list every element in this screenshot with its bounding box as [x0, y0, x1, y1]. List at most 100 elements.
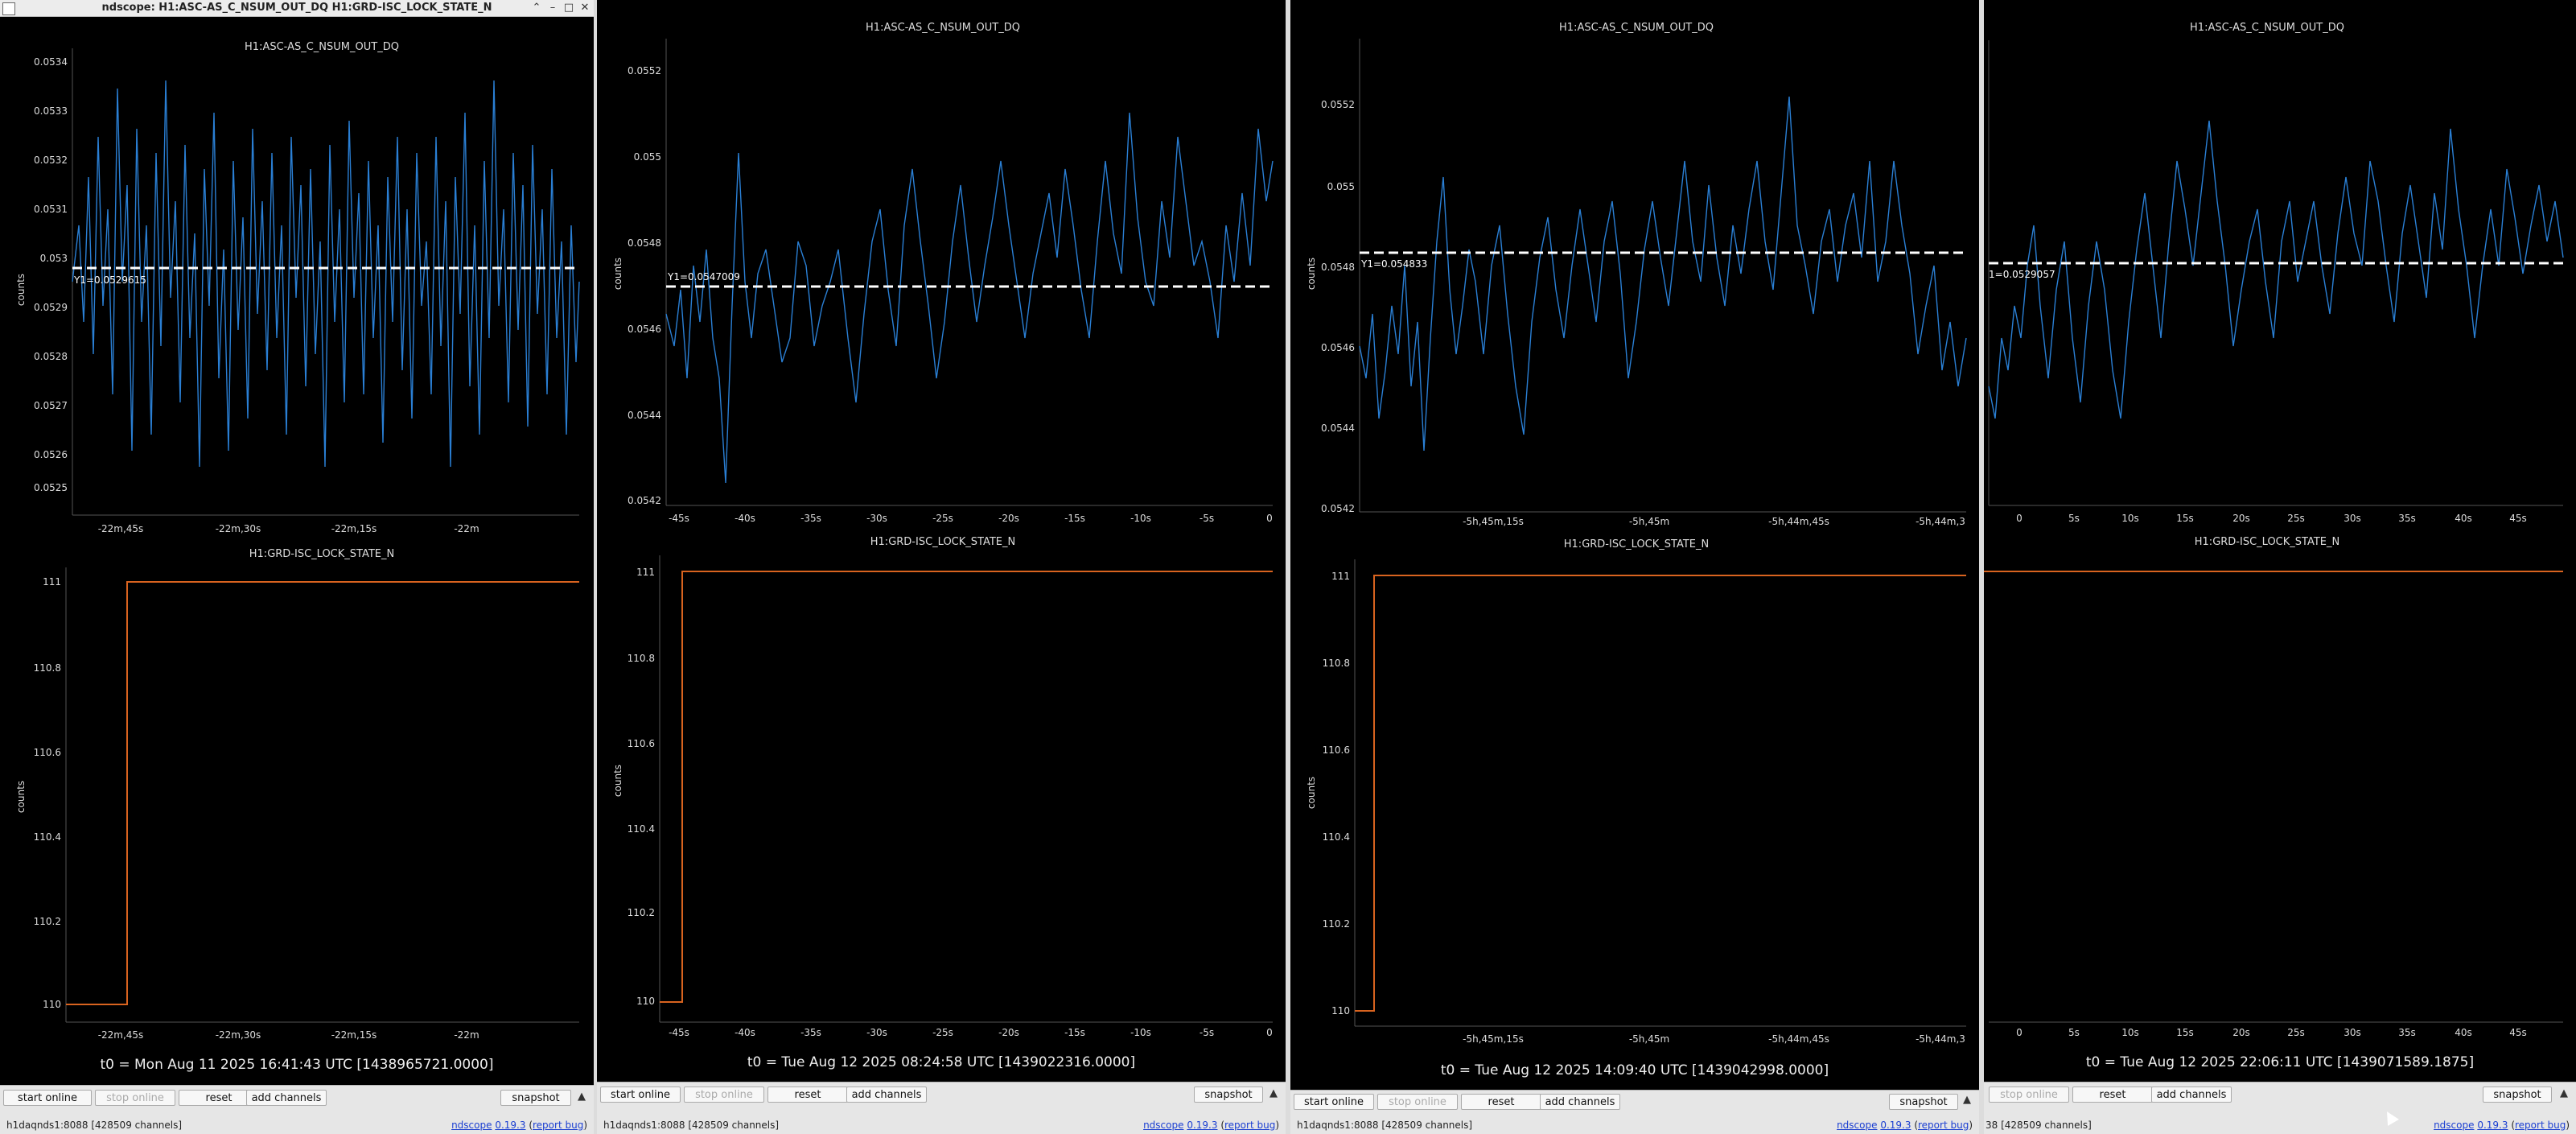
bottom-x-ticks: -45s -40s -35s -30s -25s -20s -15s -10s …: [669, 1027, 1273, 1038]
reset-button[interactable]: reset: [1461, 1094, 1541, 1110]
ndscope-window-3: H1:ASC-AS_C_NSUM_OUT_DQ counts 0.0552 0.…: [1290, 0, 1979, 1134]
expand-arrow-icon[interactable]: ▲: [1269, 1087, 1278, 1099]
x-tick: 40s: [2455, 513, 2472, 524]
y-tick: 110.2: [628, 907, 655, 918]
stop-online-button[interactable]: stop online: [95, 1090, 175, 1106]
x-tick: -22m,30s: [216, 1029, 261, 1041]
version-link[interactable]: 0.19.3: [2477, 1120, 2508, 1131]
x-tick: 45s: [2509, 513, 2527, 524]
version-info: ndscope 0.19.3 (report bug): [1143, 1120, 1279, 1131]
ndscope-link[interactable]: ndscope: [1837, 1120, 1877, 1131]
y-tick: 0.0544: [1321, 423, 1355, 434]
y-tick: 0.0528: [34, 351, 68, 362]
ndscope-window-2: H1:ASC-AS_C_NSUM_OUT_DQ counts 0.0552 0.…: [597, 0, 1286, 1134]
bottom-y-ticks: 111 110.8 110.6 110.4 110.2 110: [34, 576, 61, 1010]
close-icon[interactable]: ✕: [578, 1, 592, 15]
x-tick: -45s: [669, 513, 689, 524]
expand-arrow-icon[interactable]: ▲: [578, 1091, 586, 1103]
report-bug-link[interactable]: report bug: [2515, 1120, 2566, 1131]
top-trace: [72, 80, 580, 468]
t0-label: t0 = Mon Aug 11 2025 16:41:43 UTC [14389…: [100, 1057, 494, 1073]
x-tick: -22m: [454, 1029, 479, 1041]
bottom-x-ticks: -5h,45m,15s -5h,45m -5h,44m,45s -5h,44m,…: [1463, 1033, 1965, 1045]
ndscope-link[interactable]: ndscope: [2434, 1120, 2474, 1131]
server-status: h1daqnds1:8088 [428509 channels]: [6, 1120, 183, 1131]
control-bar: stop online reset add channels snapshot …: [1984, 1082, 2576, 1117]
start-online-button[interactable]: start online: [1294, 1094, 1374, 1110]
window-titlebar[interactable]: ndscope: H1:ASC-AS_C_NSUM_OUT_DQ H1:GRD-…: [0, 0, 594, 17]
y-tick: 110: [43, 999, 61, 1010]
stop-online-button[interactable]: stop online: [1377, 1094, 1458, 1110]
snapshot-button[interactable]: snapshot: [500, 1090, 571, 1106]
report-bug-link[interactable]: report bug: [533, 1120, 583, 1131]
y-cursor-label: Y1=0.0529615: [73, 274, 146, 286]
plot-area[interactable]: H1:ASC-AS_C_NSUM_OUT_DQ 1=0.0529057 0 5s…: [1984, 0, 2576, 1046]
stop-online-button[interactable]: stop online: [684, 1087, 764, 1103]
add-channels-button[interactable]: add channels: [846, 1087, 927, 1103]
y-tick: 0.0533: [34, 105, 68, 117]
ndscope-link[interactable]: ndscope: [451, 1120, 492, 1131]
status-bar: h1daqnds1:8088 [428509 channels] ndscope…: [1290, 1116, 1979, 1134]
version-info: ndscope 0.19.3 (report bug): [1837, 1120, 1973, 1131]
add-channels-button[interactable]: add channels: [2151, 1087, 2232, 1103]
top-plot-title: H1:ASC-AS_C_NSUM_OUT_DQ: [866, 22, 1020, 34]
add-channels-button[interactable]: add channels: [246, 1090, 327, 1106]
report-bug-link[interactable]: report bug: [1918, 1120, 1969, 1131]
x-tick: -5h,44m,45s: [1768, 1033, 1829, 1045]
y-cursor-label: Y1=0.054833: [1360, 258, 1427, 270]
shade-window-icon[interactable]: ⌃: [529, 1, 544, 15]
bottom-y-ticks: 111 110.8 110.6 110.4 110.2 110: [628, 567, 655, 1007]
reset-button[interactable]: reset: [2072, 1087, 2153, 1103]
y-tick: 110.4: [34, 831, 61, 843]
t0-label: t0 = Tue Aug 12 2025 22:06:11 UTC [14390…: [2085, 1054, 2475, 1070]
expand-arrow-icon[interactable]: ▲: [2560, 1087, 2568, 1099]
add-channels-button[interactable]: add channels: [1540, 1094, 1620, 1110]
minimize-icon[interactable]: –: [545, 1, 560, 15]
x-tick: -22m,15s: [331, 1029, 377, 1041]
x-tick: 30s: [2344, 513, 2361, 524]
expand-arrow-icon[interactable]: ▲: [1963, 1094, 1971, 1106]
bottom-y-ticks: 111 110.8 110.6 110.4 110.2 110: [1323, 571, 1350, 1016]
top-x-ticks: -22m,45s -22m,30s -22m,15s -22m: [98, 523, 479, 534]
x-tick: -5h,45m: [1629, 516, 1669, 527]
server-status: 38 [428509 channels]: [1985, 1120, 2092, 1131]
y-tick: 111: [1331, 571, 1350, 582]
x-tick: 20s: [2232, 513, 2250, 524]
start-online-button[interactable]: start online: [600, 1087, 681, 1103]
version-link[interactable]: 0.19.3: [1187, 1120, 1217, 1131]
server-status: h1daqnds1:8088 [428509 channels]: [1297, 1120, 1473, 1131]
x-tick: 35s: [2398, 1027, 2416, 1038]
y-tick: 0.0531: [34, 204, 68, 215]
top-y-axis-label: counts: [1306, 258, 1317, 290]
version-link[interactable]: 0.19.3: [1880, 1120, 1911, 1131]
x-tick: -20s: [998, 1027, 1019, 1038]
y-tick: 0.0544: [628, 410, 661, 421]
snapshot-button[interactable]: snapshot: [2483, 1087, 2552, 1103]
x-tick: 0: [1266, 513, 1273, 524]
y-cursor-label: Y1=0.0547009: [667, 271, 740, 282]
y-tick: 0.055: [1327, 181, 1355, 192]
y-tick: 0.0526: [34, 449, 68, 460]
x-tick: 10s: [2121, 513, 2139, 524]
snapshot-button[interactable]: snapshot: [1889, 1094, 1958, 1110]
top-y-axis-label: counts: [15, 274, 27, 306]
maximize-icon[interactable]: □: [562, 1, 576, 15]
x-tick: 0: [2016, 513, 2023, 524]
x-tick: 45s: [2509, 1027, 2527, 1038]
y-tick: 110.8: [628, 653, 655, 664]
y-tick: 111: [636, 567, 655, 578]
snapshot-button[interactable]: snapshot: [1194, 1087, 1263, 1103]
plot-area[interactable]: H1:ASC-AS_C_NSUM_OUT_DQ counts 0.0552 0.…: [1290, 0, 1979, 1054]
plot-area[interactable]: H1:ASC-AS_C_NSUM_OUT_DQ counts 0.0534 0.…: [0, 16, 594, 1062]
report-bug-link[interactable]: report bug: [1224, 1120, 1275, 1131]
y-tick: 0.0542: [628, 495, 661, 506]
version-link[interactable]: 0.19.3: [495, 1120, 525, 1131]
ndscope-link[interactable]: ndscope: [1143, 1120, 1183, 1131]
x-tick: -5h,44m,45s: [1768, 516, 1829, 527]
reset-button[interactable]: reset: [767, 1087, 848, 1103]
start-online-button[interactable]: start online: [3, 1090, 92, 1106]
stop-online-button[interactable]: stop online: [1989, 1087, 2069, 1103]
top-y-ticks: 0.0534 0.0533 0.0532 0.0531 0.053 0.0529…: [34, 56, 68, 493]
plot-area[interactable]: H1:ASC-AS_C_NSUM_OUT_DQ counts 0.0552 0.…: [597, 0, 1286, 1046]
x-tick: -22m,45s: [98, 1029, 144, 1041]
